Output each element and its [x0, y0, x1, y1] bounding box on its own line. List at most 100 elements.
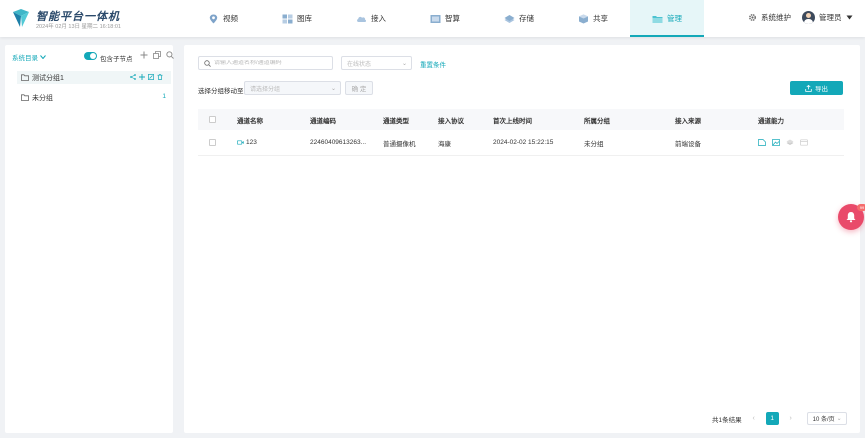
chevron-down-icon: ⌄	[330, 86, 336, 92]
nav-video[interactable]: 视频	[186, 0, 260, 37]
export-icon	[805, 84, 812, 92]
tree-toolbar: 系统目录 包含子节点	[12, 51, 174, 63]
export-button[interactable]: 导出	[790, 81, 843, 95]
cell-type: 普通摄像机	[383, 140, 416, 148]
cell-source: 前端设备	[675, 140, 701, 148]
cell-code: 22460409613263...	[310, 139, 367, 146]
nav-storage[interactable]: 存储	[482, 0, 556, 37]
cloud-import-icon	[357, 16, 367, 22]
nav-gallery[interactable]: 图库	[260, 0, 334, 37]
delete-icon[interactable]	[157, 74, 163, 80]
tree-item-ungrouped[interactable]: 未分组 1	[17, 91, 171, 104]
card-disabled-icon	[800, 139, 808, 146]
page-size-select[interactable]: 10 条/页 ⌄	[806, 412, 847, 425]
select-all-cell	[209, 109, 216, 130]
next-page-button[interactable]: ›	[785, 412, 797, 425]
folder-manage-icon	[652, 15, 663, 23]
cell-first-online: 2024-02-02 15:22:15	[493, 139, 554, 146]
chevron-down-icon: ⌄	[401, 61, 407, 67]
main-nav: 视频 图库 接入 智算 存储 共享 管理	[186, 0, 704, 37]
reset-filters-link[interactable]: 重置条件	[420, 59, 446, 69]
brand-logo-icon	[13, 9, 29, 27]
online-status-placeholder: 在线状态	[347, 61, 372, 68]
current-page-button[interactable]: 1	[765, 412, 779, 425]
image-icon[interactable]	[772, 139, 780, 146]
add-node-icon[interactable]	[140, 51, 148, 59]
cell-name: 123	[237, 130, 257, 155]
storage-disabled-icon	[786, 139, 794, 145]
cell-capability	[758, 130, 808, 155]
system-maintenance-label: 系统维护	[761, 13, 791, 22]
target-group-placeholder: 请选择分组	[250, 86, 281, 93]
col-header-group: 所属分组	[584, 117, 610, 125]
move-to-group-label: 选择分组移动至	[198, 88, 244, 95]
system-maintenance-button[interactable]: 系统维护	[748, 12, 791, 23]
channel-search-input[interactable]	[214, 60, 329, 66]
select-all-checkbox[interactable]	[209, 116, 216, 123]
user-name: 管理员	[819, 13, 842, 22]
pagination-total: 共1条结果	[712, 416, 742, 424]
camera-icon	[237, 140, 244, 145]
col-header-capability: 通道能力	[758, 117, 784, 125]
export-label: 导出	[815, 86, 828, 93]
brand-datetime: 2024年 02月 13日 星期二 16:18:01	[36, 24, 121, 30]
nav-manage-label: 管理	[667, 14, 682, 23]
capability-icons	[758, 139, 808, 146]
cell-name-text: 123	[246, 139, 257, 146]
search-icon[interactable]	[166, 51, 174, 59]
user-menu[interactable]: 管理员	[802, 11, 853, 24]
online-status-select[interactable]: 在线状态 ⌄	[341, 56, 412, 70]
directory-select[interactable]: 系统目录	[12, 52, 46, 62]
location-pin-icon	[209, 14, 218, 23]
nav-manage[interactable]: 管理	[630, 0, 704, 37]
add-child-icon[interactable]	[139, 74, 145, 80]
gear-icon	[749, 14, 756, 21]
gallery-icon	[282, 14, 293, 23]
col-header-protocol: 接入协议	[438, 117, 464, 125]
copy-icon[interactable]	[153, 51, 161, 59]
row-checkbox[interactable]	[209, 139, 216, 146]
page-size-value: 10 条/页	[812, 417, 835, 423]
avatar	[802, 11, 815, 24]
table-row[interactable]: 123 22460409613263... 普通摄像机 海康 2024-02-0…	[198, 130, 844, 156]
nav-access[interactable]: 接入	[334, 0, 408, 37]
confirm-move-button[interactable]: 确 定	[345, 81, 373, 95]
nav-share-label: 共享	[593, 14, 608, 23]
col-header-code: 通道编码	[310, 117, 336, 125]
col-header-source: 接入来源	[675, 117, 701, 125]
tree-item-label: 测试分组1	[32, 74, 64, 82]
tree-item-tools	[130, 74, 163, 80]
nav-gallery-label: 图库	[297, 14, 312, 23]
cell-group: 未分组	[584, 140, 604, 148]
nav-storage-label: 存储	[519, 14, 534, 23]
prev-page-button[interactable]: ‹	[748, 412, 760, 425]
search-box	[198, 56, 333, 70]
folder-icon	[21, 74, 29, 81]
col-header-first-online: 首次上线时间	[493, 117, 532, 125]
notification-badge: 99	[857, 204, 865, 211]
caret-down-icon	[846, 15, 852, 20]
table-header: 通道名称 通道编码 通道类型 接入协议 首次上线时间 所属分组 接入来源 通道能…	[198, 109, 844, 130]
share-cube-icon	[579, 14, 588, 23]
tree-actions	[140, 51, 174, 59]
nav-compute[interactable]: 智算	[408, 0, 482, 37]
chevron-down-icon	[40, 55, 46, 59]
share-node-icon[interactable]	[130, 74, 136, 80]
tree-item-test-group[interactable]: 测试分组1	[17, 71, 171, 84]
cell-protocol: 海康	[438, 140, 451, 148]
include-children-toggle[interactable]	[84, 52, 97, 60]
channel-table: 通道名称 通道编码 通道类型 接入协议 首次上线时间 所属分组 接入来源 通道能…	[198, 109, 844, 156]
col-header-name: 通道名称	[237, 117, 263, 125]
nav-compute-label: 智算	[445, 14, 460, 23]
col-header-type: 通道类型	[383, 117, 409, 125]
include-children-label: 包含子节点	[100, 56, 133, 63]
nav-share[interactable]: 共享	[556, 0, 630, 37]
nav-video-label: 视频	[223, 14, 238, 23]
target-group-select[interactable]: 请选择分组 ⌄	[244, 81, 341, 95]
record-file-icon[interactable]	[758, 139, 766, 146]
channel-list-panel: 在线状态 ⌄ 重置条件 选择分组移动至 请选择分组 ⌄ 确 定 导出 通道名称 …	[184, 45, 860, 433]
edit-icon[interactable]	[148, 74, 154, 80]
row-select-cell	[209, 130, 216, 155]
top-header: 智能平台一体机 2024年 02月 13日 星期二 16:18:01 视频 图库…	[0, 0, 865, 37]
compute-box-icon	[430, 14, 441, 23]
